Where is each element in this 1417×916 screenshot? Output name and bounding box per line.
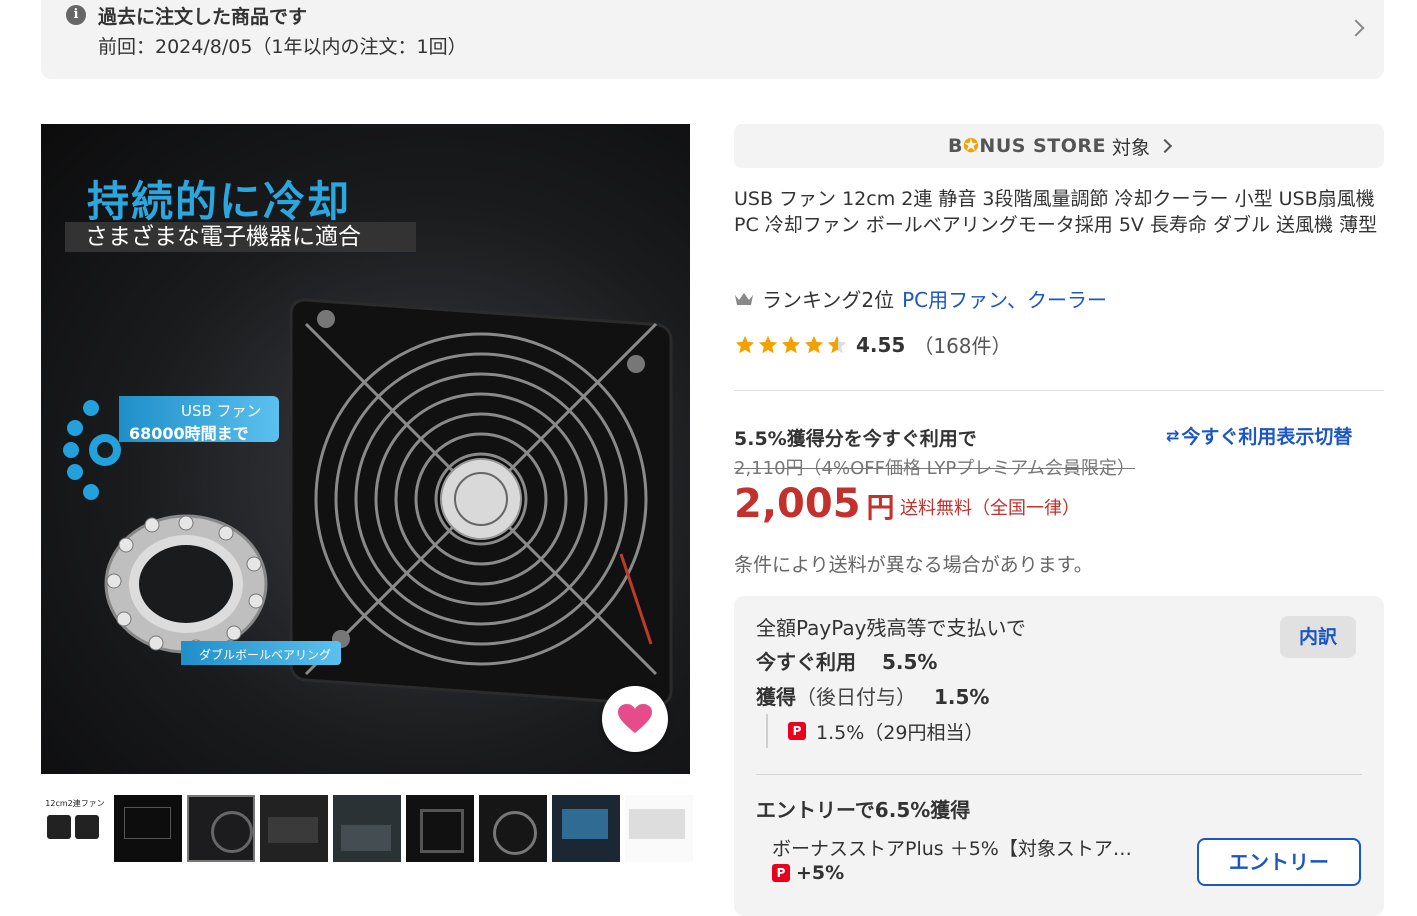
rating-score: 4.55	[856, 332, 906, 357]
paypay-icon: P	[788, 722, 806, 740]
paypay-icon: P	[772, 864, 790, 882]
use-now-row: 今すぐ利用 5.5%	[756, 646, 937, 675]
toggle-label: 今すぐ利用表示切替	[1181, 426, 1353, 448]
earn-label: 獲得	[756, 685, 796, 709]
thumbnail-content	[493, 811, 537, 855]
fan-illustration	[289, 298, 673, 704]
star-icon	[804, 335, 824, 353]
thumbnail-selected[interactable]	[187, 795, 255, 862]
price: 2,005 円	[734, 481, 895, 527]
thumbnail[interactable]	[625, 795, 693, 862]
thumbnail[interactable]	[406, 795, 474, 862]
earn-pct: 1.5%	[934, 685, 990, 709]
crown-icon	[735, 292, 753, 305]
star-icon	[781, 335, 801, 353]
star-icon	[735, 335, 755, 353]
earn-row: 獲得（後日付与） 1.5%	[756, 681, 989, 710]
bearing-label: ダブルボールベアリング	[199, 648, 332, 662]
badge-line2: 68000時間まで	[129, 424, 249, 443]
thumbnail[interactable]	[479, 795, 547, 862]
badge-line1: USB ファン	[181, 402, 262, 420]
shipping-note: 条件により送料が異なる場合があります。	[734, 554, 1093, 576]
past-order-subtitle: 前回：2024/8/05（1年以内の注文：1回）	[98, 36, 467, 58]
entry-button[interactable]: エントリー	[1197, 838, 1361, 886]
thumbnail-content	[420, 809, 464, 853]
thumbnail[interactable]	[333, 795, 401, 862]
thumbnail-content	[562, 809, 608, 839]
use-now-label: 今すぐ利用	[756, 650, 856, 674]
thumbnail-fan	[75, 815, 99, 839]
thumbnail[interactable]	[552, 795, 620, 862]
earn-note: （後日付与）	[796, 685, 916, 709]
price-unit: 円	[866, 491, 895, 524]
divider	[734, 390, 1384, 391]
paypay-detail: 1.5%（29円相当）	[816, 721, 984, 744]
bearing-illustration	[104, 514, 268, 655]
star-icon	[827, 335, 847, 353]
info-icon: i	[66, 5, 86, 25]
thumbnail-content	[629, 809, 685, 839]
thumbnail-fan	[47, 815, 71, 839]
bonus-logo-pre: B	[948, 135, 963, 157]
entry-title: エントリーで6.5%獲得	[756, 798, 971, 822]
image-headline: 持続的に冷却	[87, 177, 352, 226]
thumbnail[interactable]: 12cm2連ファン	[41, 795, 109, 862]
past-order-title: 過去に注文した商品です	[98, 6, 308, 28]
thumbnail-caption: 12cm2連ファン	[45, 799, 105, 808]
thumbnail[interactable]	[260, 795, 328, 862]
thumbnail[interactable]	[114, 795, 182, 862]
thumbnail-content	[124, 807, 171, 839]
payment-box: 全額PayPay残高等で支払いで 内訳 今すぐ利用 5.5% 獲得（後日付与） 1.…	[734, 596, 1384, 916]
bonus-store-target: 対象	[1111, 136, 1150, 159]
ranking-category-link[interactable]: PC用ファン、クーラー	[902, 284, 1107, 313]
breakdown-button[interactable]: 内訳	[1280, 616, 1356, 658]
bonus-store-logo: B✪NUS STORE	[948, 135, 1106, 157]
thumbnail-content	[341, 825, 391, 851]
ranking: ランキング2位 PC用ファン、クーラー	[734, 284, 1107, 313]
entry-bonus-row: P +5%	[772, 862, 844, 884]
entry-bonus: +5%	[796, 862, 845, 884]
image-subhead: さまざまな電子機器に適合	[65, 222, 416, 252]
main-product-image[interactable]: 持続的に冷却 さまざまな電子機器に適合 USB ファン 68000時間まで ダブ…	[41, 124, 690, 774]
ranking-text: ランキング2位	[762, 288, 895, 312]
heart-icon	[618, 704, 652, 733]
thumbnail-content	[211, 811, 253, 853]
price-number: 2,005	[734, 481, 861, 527]
shipping-info: 送料無料（全国一律）	[900, 498, 1080, 519]
star-icon: ✪	[963, 135, 980, 157]
chevron-right-icon	[1347, 19, 1365, 37]
star-icon	[758, 335, 778, 353]
use-now-label: 5.5%獲得分を今すぐ利用で	[734, 428, 977, 450]
original-price: 2,110円（4%OFF価格 LYPプレミアム会員限定）	[734, 458, 1135, 479]
entry-item: ボーナスストアPlus ＋5%【対象ストア…	[772, 838, 1132, 860]
thumbnail-content	[268, 817, 318, 843]
toggle-icon: ⇄	[1166, 426, 1180, 445]
rating[interactable]: 4.55 （168件）	[734, 330, 1012, 359]
paypay-detail-row: P 1.5%（29円相当）	[766, 714, 983, 748]
use-now-pct: 5.5%	[882, 650, 938, 674]
bonus-store-banner[interactable]: B✪NUS STORE 対象	[734, 124, 1384, 168]
past-order-banner[interactable]: i 過去に注文した商品です 前回：2024/8/05（1年以内の注文：1回）	[41, 0, 1384, 79]
divider	[756, 774, 1362, 775]
product-title: USB ファン 12cm 2連 静音 3段階風量調節 冷却クーラー 小型 USB…	[734, 188, 1378, 236]
bonus-logo-post: NUS STORE	[979, 135, 1106, 157]
thumbnail-strip: 12cm2連ファン	[41, 795, 693, 863]
chevron-right-icon	[1157, 138, 1173, 154]
payment-title: 全額PayPay残高等で支払いで	[756, 616, 1026, 640]
rating-stars	[734, 334, 848, 356]
use-now-toggle-link[interactable]: ⇄ 今すぐ利用表示切替	[1166, 422, 1352, 449]
favorite-button[interactable]	[602, 686, 668, 752]
rating-count: （168件）	[913, 334, 1012, 358]
